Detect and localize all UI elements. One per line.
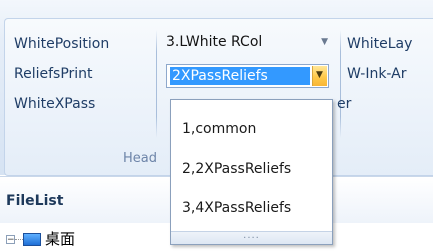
reliefs-print-combo[interactable]: 2XPassReliefs ▼	[166, 64, 329, 88]
combo-dropdown-button[interactable]: ▼	[312, 66, 327, 86]
white-position-combo-value: 3.LWhite RCol	[166, 34, 263, 50]
filelist-title: FileList	[6, 193, 64, 209]
right-label-3[interactable]: er	[337, 96, 351, 112]
white-xpass-label[interactable]: WhiteXPass	[14, 96, 95, 112]
chevron-down-icon: ▼	[316, 70, 323, 80]
collapse-icon[interactable]: −	[6, 235, 15, 245]
chevron-down-icon[interactable]: ▼	[321, 37, 328, 47]
white-position-label[interactable]: WhitePosition	[14, 36, 109, 52]
desktop-icon	[23, 233, 41, 246]
white-lay-label[interactable]: WhiteLay	[347, 36, 412, 52]
group-label-head: Head	[123, 151, 157, 166]
tree-line	[15, 239, 23, 240]
reliefs-print-label[interactable]: ReliefsPrint	[14, 66, 93, 82]
tree-item-label: 桌面	[45, 230, 76, 248]
w-ink-label[interactable]: W-Ink-Ar	[347, 66, 407, 82]
relief-dropdown-list[interactable]: 1,common 2,2XPassReliefs 3,4XPassReliefs…	[170, 99, 333, 245]
white-position-combo[interactable]: 3.LWhite RCol ▼	[166, 34, 330, 56]
dropdown-option-4xpass[interactable]: 3,4XPassReliefs	[182, 200, 291, 216]
ribbon-separator	[156, 30, 157, 138]
reliefs-print-combo-value[interactable]: 2XPassReliefs	[170, 67, 310, 85]
dropdown-option-common[interactable]: 1,common	[182, 121, 256, 137]
resize-grip[interactable]: ....	[171, 231, 332, 244]
ribbon-separator-2	[340, 30, 341, 138]
dropdown-option-2xpass[interactable]: 2,2XPassReliefs	[182, 161, 291, 177]
tree-item-desktop[interactable]: − 桌面	[6, 228, 75, 249]
